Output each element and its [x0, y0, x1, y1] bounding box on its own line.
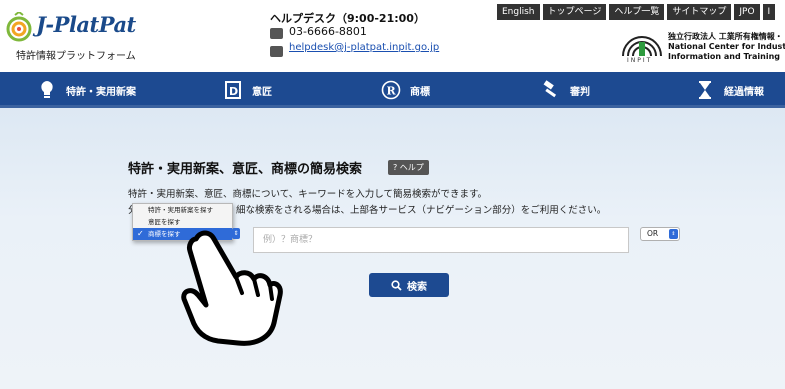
design-d-icon: D [222, 79, 244, 101]
nav-item-trial[interactable]: 審判 [540, 72, 590, 108]
magnifier-icon [391, 279, 402, 291]
nav-item-patent[interactable]: 特許・実用新案 [36, 72, 136, 108]
helpdesk-email-link[interactable]: helpdesk@j-platpat.inpit.go.jp [289, 42, 439, 53]
search-panel: 特許・実用新案、意匠、商標の簡易検索 ? ヘルプ 特許・実用新案、意匠、商標につ… [0, 108, 785, 389]
top-links: English トップページ ヘルプ一覧 サイトマップ JPO I [497, 4, 776, 20]
nav-item-label: 経過情報 [724, 86, 764, 98]
nav-item-label: 意匠 [252, 86, 272, 98]
nav-item-design[interactable]: D 意匠 [222, 72, 272, 108]
top-link-jpo[interactable]: JPO [734, 4, 760, 20]
checkmark-icon: ✓ [137, 229, 144, 238]
site-header: J-PlatPat 特許情報プラットフォーム ヘルプデスク（9:00-21:00… [0, 0, 785, 72]
jplatpat-logo-icon [6, 12, 32, 42]
search-button-label: 検索 [407, 281, 427, 293]
dropdown-option-patent[interactable]: 特許・実用新案を探す [133, 204, 232, 216]
mail-icon [270, 46, 283, 57]
operator-select-value: OR [647, 229, 659, 238]
top-link-help-list[interactable]: ヘルプ一覧 [609, 4, 665, 20]
search-description-2: 細な検索をされる場合は、上部各サービス（ナビゲーション部分）をご利用ください。 [236, 205, 607, 216]
inpit-label: INPIT [627, 57, 653, 64]
inpit-name-en-1: National Center for Industrial P [668, 42, 785, 51]
site-logo-text[interactable]: J-PlatPat [36, 12, 136, 37]
operator-select[interactable]: OR ⇕ [640, 227, 680, 241]
inpit-name-ja: 独立行政法人 工業所有権情報・ [668, 32, 783, 41]
svg-text:R: R [387, 85, 397, 98]
nav-item-trademark[interactable]: R 商標 [380, 72, 430, 108]
inpit-logo-icon [622, 36, 662, 56]
search-description-1: 特許・実用新案、意匠、商標について、キーワードを入力して簡易検索ができます。 [128, 189, 488, 200]
main-nav: 特許・実用新案 D 意匠 R 商標 審判 経過情報 [0, 72, 785, 108]
search-title: 特許・実用新案、意匠、商標の簡易検索 [128, 162, 363, 177]
nav-item-label: 審判 [570, 86, 590, 98]
svg-text:D: D [229, 85, 238, 98]
helpdesk-phone: 03-6666-8801 [289, 25, 367, 38]
site-logo-subtitle: 特許情報プラットフォーム [16, 51, 136, 62]
gavel-icon [540, 79, 562, 101]
top-link-home[interactable]: トップページ [542, 4, 607, 20]
top-link-inpit[interactable]: I [762, 4, 776, 20]
lightbulb-icon [36, 79, 58, 101]
nav-item-label: 特許・実用新案 [66, 86, 136, 98]
helpdesk-title: ヘルプデスク（9:00-21:00） [270, 12, 425, 25]
phone-icon [270, 28, 283, 39]
help-button[interactable]: ? ヘルプ [388, 160, 429, 175]
select-arrow-icon: ⇕ [669, 229, 678, 239]
search-button[interactable]: 検索 [369, 273, 449, 297]
pointing-hand-cursor-icon [181, 230, 283, 346]
hourglass-icon [694, 79, 716, 101]
nav-item-progress[interactable]: 経過情報 [694, 72, 764, 108]
top-link-sitemap[interactable]: サイトマップ [667, 4, 732, 20]
registered-r-icon: R [380, 79, 402, 101]
top-link-english[interactable]: English [497, 4, 540, 20]
inpit-name-en-2: Information and Training [668, 52, 780, 61]
keyword-search-input[interactable] [253, 227, 629, 253]
nav-item-label: 商標 [410, 86, 430, 98]
